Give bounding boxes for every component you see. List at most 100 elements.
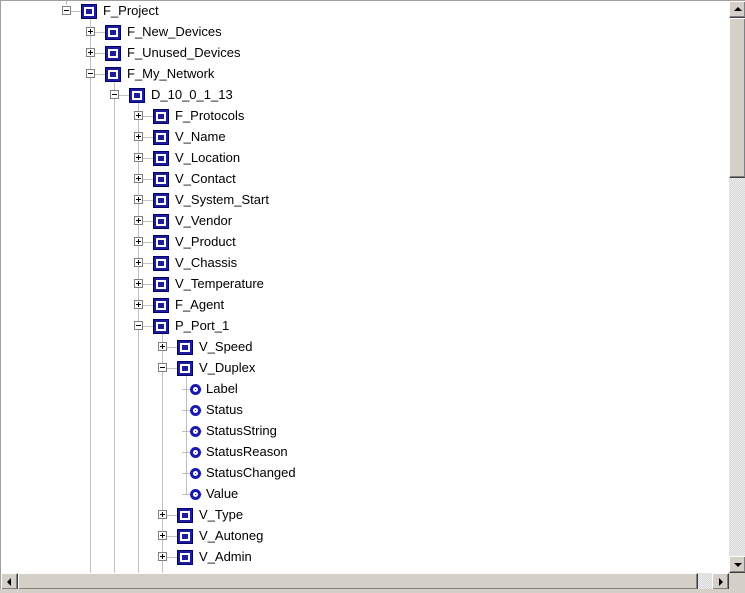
plus-box-icon[interactable]: [86, 48, 95, 57]
minus-box-icon[interactable]: [110, 90, 119, 99]
tree-item-label: V_Vendor: [175, 213, 233, 228]
plus-box-icon[interactable]: [134, 153, 143, 162]
tree-node-item[interactable]: F_Protocols: [1, 106, 729, 127]
tree-node-item[interactable]: F_Agent: [1, 295, 729, 316]
tree-node-item[interactable]: V_Product: [1, 232, 729, 253]
plus-box-icon[interactable]: [134, 174, 143, 183]
vertical-scroll-thumb[interactable]: [729, 18, 745, 178]
minus-box-icon[interactable]: [158, 363, 167, 372]
tree-node-item[interactable]: V_Name: [1, 127, 729, 148]
plus-box-icon[interactable]: [158, 342, 167, 351]
down-arrow-icon: [734, 563, 742, 567]
expander-horizontal-stroke: [160, 367, 165, 368]
node-box-icon: [153, 256, 169, 271]
up-arrow-icon: [734, 7, 742, 11]
left-arrow-icon: [7, 578, 11, 586]
tree-item-label: V_Temperature: [175, 276, 264, 291]
expander-vertical-stroke: [162, 344, 163, 349]
tree-node-item[interactable]: V_System_Start: [1, 190, 729, 211]
tree-node-item[interactable]: V_Chassis: [1, 253, 729, 274]
plus-box-icon[interactable]: [134, 111, 143, 120]
tree-leaf-item[interactable]: StatusChanged: [1, 463, 729, 484]
tree-leaf-item[interactable]: Status: [1, 400, 729, 421]
scroll-down-button[interactable]: [729, 556, 745, 573]
minus-box-icon[interactable]: [134, 321, 143, 330]
tree-node-item[interactable]: D_10_0_1_13: [1, 85, 729, 106]
tree-node-item[interactable]: F_Unused_Devices: [1, 43, 729, 64]
minus-box-icon[interactable]: [62, 6, 71, 15]
node-box-icon: [153, 319, 169, 334]
plus-box-icon[interactable]: [134, 216, 143, 225]
tree-node-item[interactable]: V_Temperature: [1, 274, 729, 295]
expander-vertical-stroke: [162, 554, 163, 559]
node-box-icon: [153, 193, 169, 208]
node-box-icon: [105, 67, 121, 82]
tree-item-label: Status: [206, 402, 243, 417]
tree-view[interactable]: F_Project F_New_Devices F_Unused_Devices F_…: [0, 0, 745, 593]
tree-node-item[interactable]: F_New_Devices: [1, 22, 729, 43]
tree-item-label: StatusString: [206, 423, 277, 438]
tree-node-item[interactable]: V_Location: [1, 148, 729, 169]
tree-item-label: F_New_Devices: [127, 24, 222, 39]
expander-vertical-stroke: [90, 29, 91, 34]
minus-box-icon[interactable]: [86, 69, 95, 78]
plus-box-icon[interactable]: [134, 195, 143, 204]
plus-box-icon[interactable]: [86, 27, 95, 36]
vertical-scrollbar[interactable]: [729, 1, 745, 573]
plus-box-icon[interactable]: [134, 132, 143, 141]
tree-item-label: V_Duplex: [199, 360, 256, 375]
tree-node-item[interactable]: F_Project: [1, 1, 729, 22]
node-box-icon: [177, 340, 193, 355]
tree-node-item[interactable]: V_Contact: [1, 169, 729, 190]
tree-node-item[interactable]: V_Vendor: [1, 211, 729, 232]
node-box-icon: [177, 361, 193, 376]
property-circle-icon: [190, 489, 201, 500]
node-box-icon: [153, 109, 169, 124]
tree-leaf-item[interactable]: Label: [1, 379, 729, 400]
node-box-icon: [153, 298, 169, 313]
tree-leaf-item[interactable]: Value: [1, 484, 729, 505]
tree-item-label: V_Admin: [199, 549, 252, 564]
property-circle-icon: [190, 468, 201, 479]
tree-node-item[interactable]: V_Duplex: [1, 358, 729, 379]
scroll-right-button[interactable]: [712, 573, 729, 590]
tree-leaf-item[interactable]: StatusString: [1, 421, 729, 442]
plus-box-icon[interactable]: [134, 237, 143, 246]
plus-box-icon[interactable]: [158, 531, 167, 540]
tree-node-item[interactable]: F_My_Network: [1, 64, 729, 85]
tree-node-item[interactable]: V_Speed: [1, 337, 729, 358]
property-circle-icon: [190, 384, 201, 395]
tree-leaf-item[interactable]: StatusReason: [1, 442, 729, 463]
plus-box-icon[interactable]: [134, 300, 143, 309]
horizontal-scroll-thumb[interactable]: [18, 573, 698, 590]
tree-item-label: F_Protocols: [175, 108, 245, 123]
expander-vertical-stroke: [90, 50, 91, 55]
scroll-up-button[interactable]: [729, 1, 745, 18]
node-box-icon: [177, 550, 193, 565]
scroll-left-button[interactable]: [1, 573, 18, 590]
property-circle-icon: [190, 405, 201, 416]
tree-node-item[interactable]: V_Type: [1, 505, 729, 526]
expander-vertical-stroke: [138, 176, 139, 181]
node-box-icon: [129, 88, 145, 103]
expander-vertical-stroke: [138, 302, 139, 307]
tree-body: F_Project F_New_Devices F_Unused_Devices F_…: [1, 1, 729, 573]
tree-item-label: F_Unused_Devices: [127, 45, 241, 60]
scrollbar-corner: [729, 573, 745, 590]
plus-box-icon[interactable]: [134, 258, 143, 267]
plus-box-icon[interactable]: [158, 552, 167, 561]
expander-vertical-stroke: [138, 134, 139, 139]
horizontal-scrollbar[interactable]: [1, 573, 729, 590]
window-bottom-edge: [0, 589, 745, 593]
plus-box-icon[interactable]: [158, 510, 167, 519]
tree-node-item[interactable]: P_Port_1: [1, 316, 729, 337]
node-box-icon: [105, 25, 121, 40]
plus-box-icon[interactable]: [134, 279, 143, 288]
tree-node-item[interactable]: V_Admin: [1, 547, 729, 568]
tree-node-item[interactable]: V_Autoneg: [1, 526, 729, 547]
expander-vertical-stroke: [162, 533, 163, 538]
expander-horizontal-stroke: [112, 94, 117, 95]
tree-item-label: F_Agent: [175, 297, 225, 312]
tree-item-label: V_System_Start: [175, 192, 269, 207]
tree-item-label: V_Speed: [199, 339, 253, 354]
